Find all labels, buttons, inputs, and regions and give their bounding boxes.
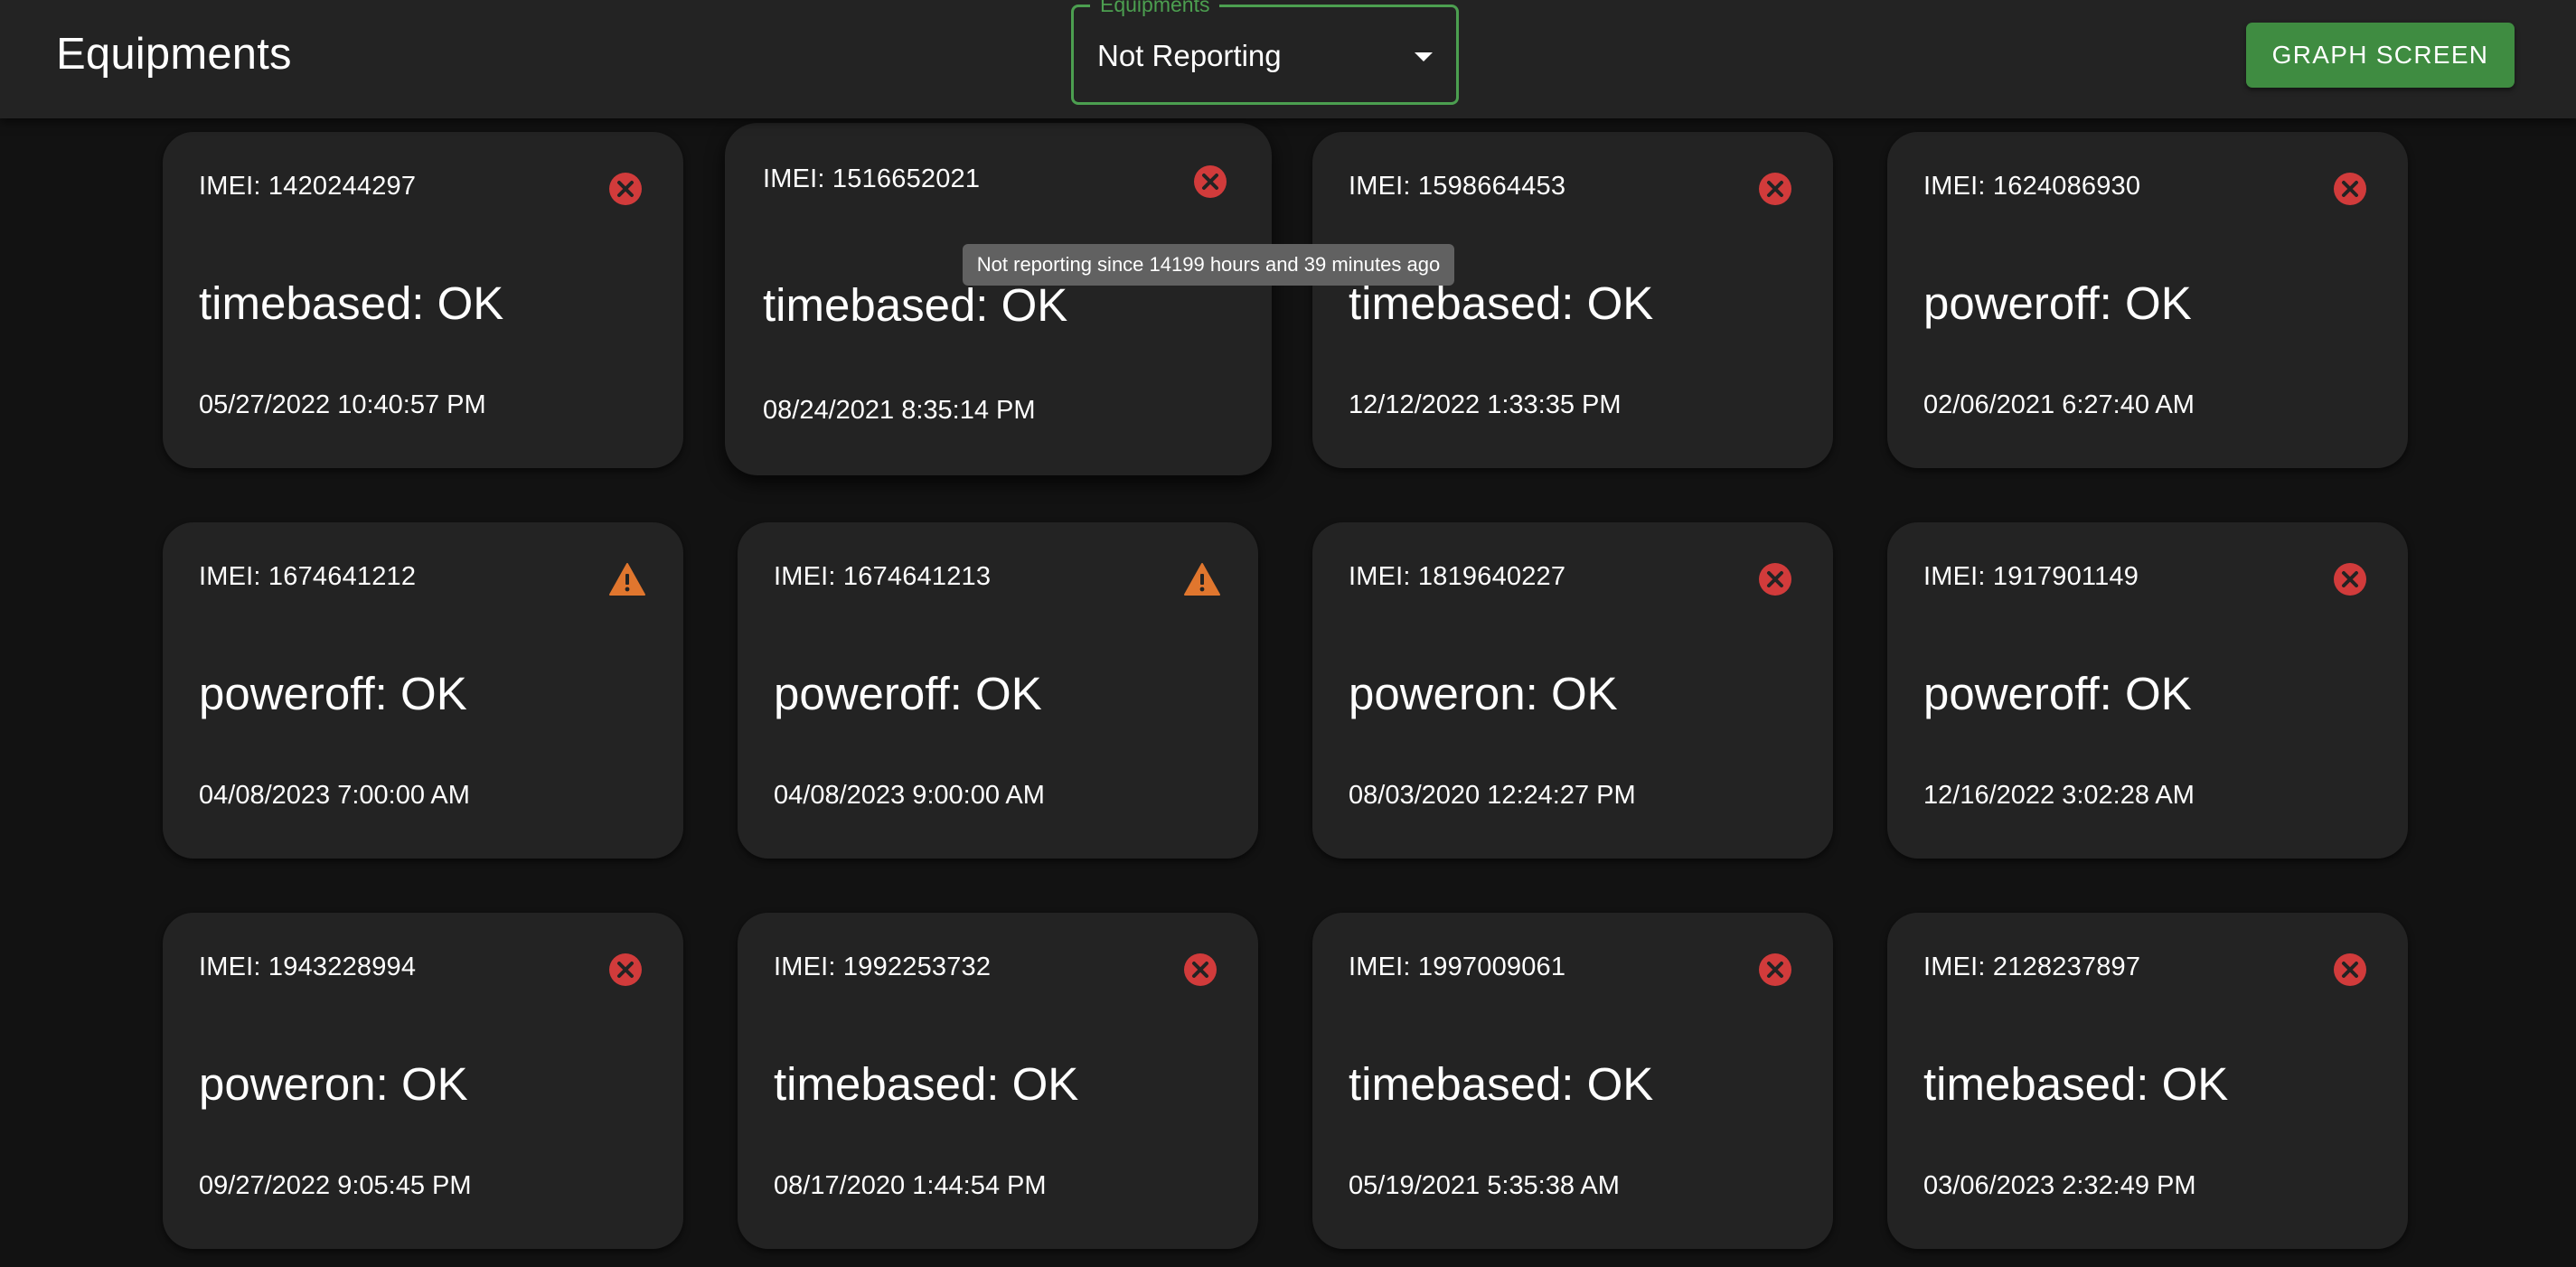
error-icon [2333, 562, 2367, 596]
equipment-card[interactable]: IMEI: 1992253732 timebased: OK 08/17/202… [738, 913, 1258, 1249]
error-icon [1193, 164, 1227, 199]
card-status: poweroff: OK [774, 668, 1042, 719]
card-timestamp: 03/06/2023 2:32:49 PM [1923, 1171, 2196, 1200]
error-icon [608, 953, 643, 987]
not-reporting-tooltip: Not reporting since 14199 hours and 39 m… [963, 244, 1454, 286]
equipment-card[interactable]: IMEI: 2128237897 timebased: OK 03/06/202… [1887, 913, 2408, 1249]
card-status: timebased: OK [1923, 1058, 2229, 1110]
equipment-card[interactable]: IMEI: 1819640227 poweron: OK 08/03/2020 … [1312, 522, 1833, 859]
card-timestamp: 05/19/2021 5:35:38 AM [1349, 1171, 1620, 1200]
card-status: poweroff: OK [1923, 277, 2192, 329]
caret-down-icon [1415, 52, 1433, 61]
card-status: poweron: OK [1349, 668, 1618, 719]
card-timestamp: 08/24/2021 8:35:14 PM [763, 396, 1036, 425]
equipment-card[interactable]: IMEI: 1943228994 poweron: OK 09/27/2022 … [163, 913, 683, 1249]
card-timestamp: 08/17/2020 1:44:54 PM [774, 1171, 1047, 1200]
card-status: poweron: OK [199, 1058, 468, 1110]
warning-icon [608, 562, 645, 596]
page-title: Equipments [56, 30, 292, 79]
equipment-card[interactable]: IMEI: 1917901149 poweroff: OK 12/16/2022… [1887, 522, 2408, 859]
card-status: timebased: OK [774, 1058, 1079, 1110]
error-icon [1183, 953, 1217, 987]
card-status: timebased: OK [1349, 1058, 1654, 1110]
card-timestamp: 08/03/2020 12:24:27 PM [1349, 781, 1636, 810]
card-imei: IMEI: 1624086930 [1923, 172, 2141, 201]
equipment-card[interactable]: IMEI: 1598664453 timebased: OK 12/12/202… [1312, 132, 1833, 468]
card-imei: IMEI: 1674641212 [199, 562, 417, 591]
error-icon [1758, 953, 1792, 987]
card-timestamp: 09/27/2022 9:05:45 PM [199, 1171, 472, 1200]
equipment-card[interactable]: IMEI: 1624086930 poweroff: OK 02/06/2021… [1887, 132, 2408, 468]
error-icon [1758, 562, 1792, 596]
card-timestamp: 05/27/2022 10:40:57 PM [199, 390, 486, 419]
equipment-grid: IMEI: 1420244297 timebased: OK 05/27/202… [0, 0, 2576, 1267]
card-timestamp: 12/12/2022 1:33:35 PM [1349, 390, 1622, 419]
warning-icon [1183, 562, 1220, 596]
equipment-filter-label: Equipments [1090, 0, 1220, 16]
card-timestamp: 04/08/2023 9:00:00 AM [774, 781, 1045, 810]
error-icon [2333, 172, 2367, 206]
card-imei: IMEI: 1992253732 [774, 953, 992, 981]
card-status: timebased: OK [199, 277, 504, 329]
equipment-filter-value: Not Reporting [1097, 39, 1282, 72]
equipment-card[interactable]: IMEI: 1516652021 timebased: OK 08/24/202… [725, 123, 1272, 475]
app-bar: Equipments Equipments Not Reporting GRAP… [0, 0, 2576, 118]
card-status: poweroff: OK [199, 668, 467, 719]
card-imei: IMEI: 1598664453 [1349, 172, 1566, 201]
error-icon [608, 172, 643, 206]
error-icon [1758, 172, 1792, 206]
card-timestamp: 02/06/2021 6:27:40 AM [1923, 390, 2195, 419]
card-imei: IMEI: 1943228994 [199, 953, 417, 981]
error-icon [2333, 953, 2367, 987]
equipment-card[interactable]: IMEI: 1997009061 timebased: OK 05/19/202… [1312, 913, 1833, 1249]
card-status: timebased: OK [763, 279, 1068, 331]
card-timestamp: 12/16/2022 3:02:28 AM [1923, 781, 2195, 810]
card-imei: IMEI: 1674641213 [774, 562, 992, 591]
card-imei: IMEI: 2128237897 [1923, 953, 2141, 981]
card-imei: IMEI: 1420244297 [199, 172, 417, 201]
card-imei: IMEI: 1819640227 [1349, 562, 1566, 591]
equipment-card[interactable]: IMEI: 1420244297 timebased: OK 05/27/202… [163, 132, 683, 468]
equipment-filter-select[interactable]: Equipments Not Reporting [1071, 0, 1459, 105]
card-status: poweroff: OK [1923, 668, 2192, 719]
card-imei: IMEI: 1516652021 [763, 164, 981, 193]
card-imei: IMEI: 1997009061 [1349, 953, 1566, 981]
card-timestamp: 04/08/2023 7:00:00 AM [199, 781, 470, 810]
equipment-card[interactable]: IMEI: 1674641212 poweroff: OK 04/08/2023… [163, 522, 683, 859]
card-imei: IMEI: 1917901149 [1923, 562, 2139, 591]
graph-screen-button[interactable]: GRAPH SCREEN [2246, 23, 2515, 88]
equipment-card[interactable]: IMEI: 1674641213 poweroff: OK 04/08/2023… [738, 522, 1258, 859]
